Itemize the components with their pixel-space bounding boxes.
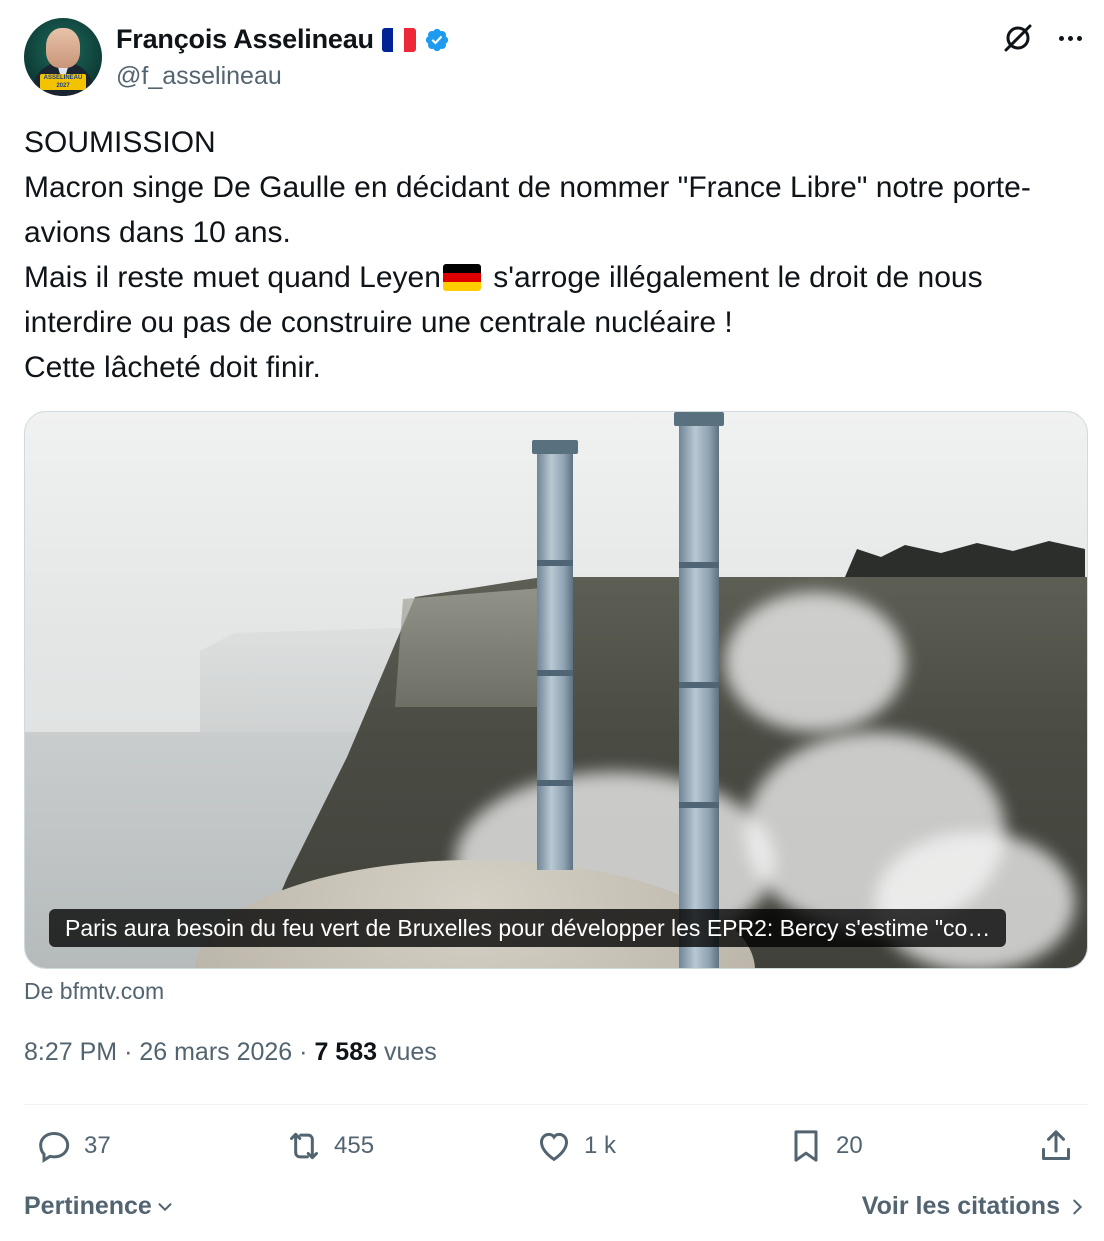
replies-footer: Pertinence Voir les citations — [24, 1192, 1088, 1232]
reply-icon — [39, 1131, 70, 1163]
reply-button[interactable]: 37 — [34, 1126, 111, 1166]
cliff-face — [395, 587, 555, 707]
chimney-right — [674, 412, 724, 968]
separator: · — [299, 1038, 315, 1066]
france-flag-icon — [381, 27, 416, 52]
more-icon[interactable] — [1052, 20, 1088, 56]
sort-label: Pertinence — [24, 1192, 152, 1220]
share-icon — [1042, 1130, 1070, 1160]
like-count: 1 k — [584, 1132, 617, 1159]
retweet-icon — [290, 1132, 318, 1160]
divider — [24, 1104, 1088, 1105]
avatar-face — [46, 28, 80, 68]
steam-cloud — [875, 832, 1075, 968]
tweet-header: ASSELINEAU 2027 François Asselineau @f_as… — [24, 18, 1088, 98]
chevron-right-icon — [1073, 1199, 1083, 1214]
card-caption: Paris aura besoin du feu vert de Bruxell… — [49, 909, 1007, 947]
chimney-left — [532, 440, 578, 870]
separator: · — [124, 1038, 140, 1066]
views-label: vues — [383, 1038, 437, 1066]
reply-count: 37 — [84, 1132, 111, 1159]
grok-icon[interactable] — [1000, 20, 1036, 56]
share-button[interactable] — [1036, 1126, 1076, 1166]
germany-flag-icon — [442, 264, 481, 291]
verified-badge-icon[interactable] — [424, 27, 450, 53]
trees — [845, 541, 1085, 577]
quotes-label: Voir les citations — [861, 1192, 1060, 1220]
link-card[interactable]: Paris aura besoin du feu vert de Bruxell… — [24, 411, 1088, 969]
repost-count: 455 — [334, 1132, 375, 1159]
tweet-line-1: SOUMISSION — [24, 126, 216, 159]
action-bar: 37 455 1 k 20 — [24, 1126, 1088, 1176]
name-row: François Asselineau — [116, 24, 450, 55]
tweet-line-3-start: Mais il reste muet quand Leyen — [24, 261, 441, 294]
tweet-line-4: Cette lâcheté doit finir. — [24, 351, 321, 384]
bookmark-icon — [794, 1130, 818, 1162]
tweet-line-2: Macron singe De Gaulle en décidant de no… — [24, 171, 1031, 249]
display-name[interactable]: François Asselineau — [116, 24, 374, 55]
sort-dropdown[interactable]: Pertinence — [24, 1192, 176, 1221]
tweet-date[interactable]: 26 mars 2026 — [139, 1038, 292, 1066]
chevron-down-icon — [158, 1202, 172, 1211]
view-quotes-link[interactable]: Voir les citations — [862, 1192, 1088, 1221]
steam-cloud — [725, 592, 905, 732]
avatar[interactable]: ASSELINEAU 2027 — [24, 18, 102, 96]
avatar-badge: ASSELINEAU 2027 — [40, 74, 86, 90]
author-handle[interactable]: @f_asselineau — [116, 62, 282, 91]
tweet-time[interactable]: 8:27 PM — [24, 1038, 117, 1066]
views-count: 7 583 — [314, 1038, 378, 1066]
tweet-meta: 8:27 PM · 26 mars 2026 · 7 583 vues — [24, 1038, 437, 1067]
card-source[interactable]: De bfmtv.com — [24, 978, 164, 1005]
like-icon — [539, 1132, 569, 1162]
like-button[interactable]: 1 k — [534, 1126, 616, 1166]
bookmark-count: 20 — [836, 1132, 863, 1159]
repost-button[interactable]: 455 — [284, 1126, 374, 1166]
tweet-text: SOUMISSION Macron singe De Gaulle en déc… — [24, 120, 1084, 390]
bookmark-button[interactable]: 20 — [786, 1126, 863, 1166]
